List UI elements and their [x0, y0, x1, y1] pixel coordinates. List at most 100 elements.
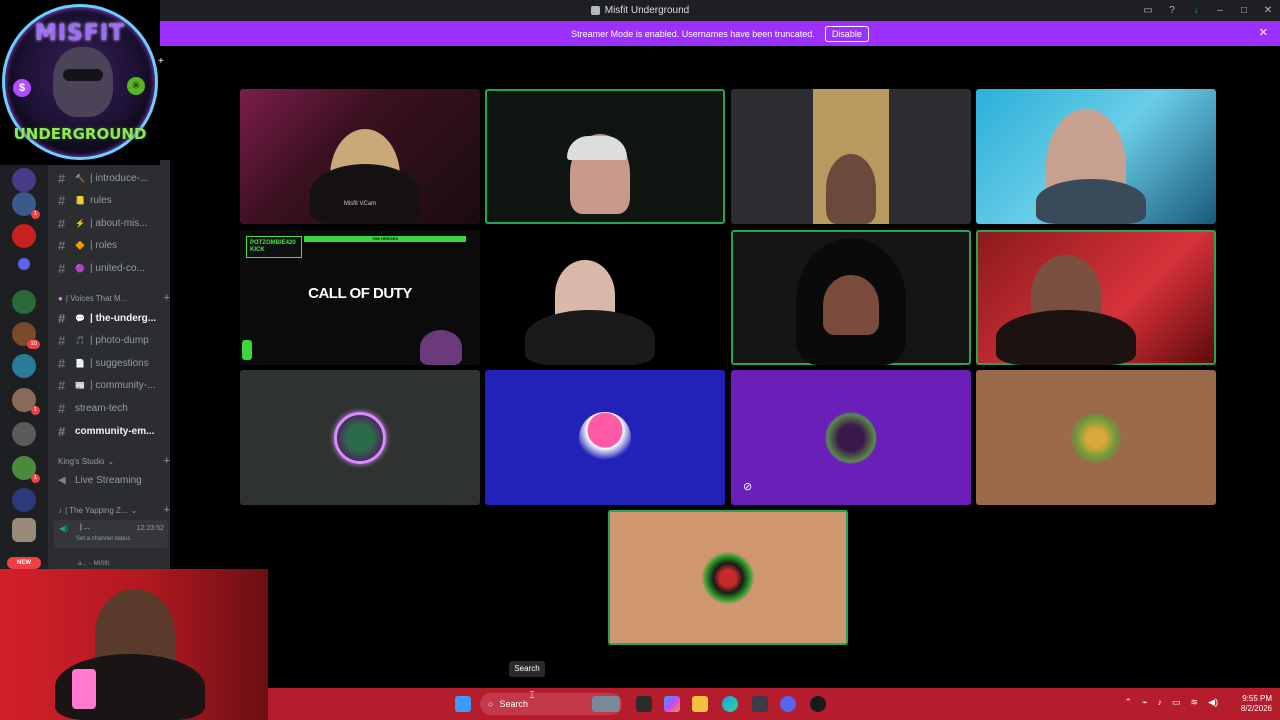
- bottle-shape: [72, 669, 96, 709]
- user-avatar: [334, 411, 386, 464]
- volume-icon[interactable]: ◀): [1208, 697, 1218, 708]
- channel-label: Live Streaming: [75, 474, 142, 486]
- server-icon[interactable]: [12, 290, 36, 314]
- video-tile[interactable]: [731, 89, 971, 224]
- avatar-tile[interactable]: [976, 370, 1216, 505]
- channel-about[interactable]: # ⚡ | about-mis...: [58, 214, 168, 232]
- channel-photo-dump[interactable]: # 🎵 | photo-dump: [58, 331, 168, 349]
- server-icon[interactable]: 1: [12, 388, 40, 415]
- help-icon[interactable]: ?: [1166, 5, 1178, 16]
- close-window-button[interactable]: ✕: [1262, 5, 1274, 16]
- download-icon[interactable]: ↓: [1190, 5, 1202, 16]
- inbox-icon[interactable]: ▭: [1142, 5, 1154, 16]
- chevron-up-icon[interactable]: ⌃: [1125, 697, 1133, 708]
- unread-badge: 1: [30, 406, 40, 415]
- channel-stream-tech[interactable]: # stream-tech: [58, 399, 168, 417]
- category-voices[interactable]: ● | Voices That M... +: [58, 291, 170, 305]
- participant-body: [1036, 179, 1146, 224]
- voice-connected-user[interactable]: ◀) | ... 12:23:52 Set a channel status: [54, 520, 168, 548]
- avatar-tile[interactable]: [485, 370, 725, 505]
- unread-badge: 1: [30, 474, 40, 483]
- taskbar-search-label: Search: [499, 699, 528, 709]
- minimize-button[interactable]: –: [1214, 5, 1226, 16]
- avatar-tile[interactable]: ⊘: [731, 370, 971, 505]
- channel-rules[interactable]: # 📒 rules: [58, 191, 168, 209]
- discord-icon[interactable]: [780, 696, 796, 712]
- video-tile-speaking[interactable]: [485, 89, 725, 224]
- clock-date: 8/2/2026: [1240, 704, 1272, 713]
- category-label: King's Studio: [58, 456, 105, 466]
- channel-emoji: 📰: [75, 380, 85, 390]
- video-tile-speaking[interactable]: [731, 230, 971, 365]
- channel-live-streaming[interactable]: ◀ Live Streaming: [58, 471, 168, 489]
- hash-icon: #: [58, 400, 66, 416]
- category-yapping[interactable]: ♪ | The Yapping Z... ⌄ +: [58, 503, 170, 517]
- clock[interactable]: 9:55 PM 8/2/2026: [1241, 694, 1272, 714]
- network-icon[interactable]: ⌁: [1142, 697, 1147, 708]
- mic-icon[interactable]: ♪: [1158, 697, 1163, 708]
- display-icon[interactable]: ▭: [1172, 697, 1181, 708]
- server-icon[interactable]: [12, 168, 36, 192]
- file-explorer-icon[interactable]: [692, 696, 708, 712]
- channel-emoji: 🎵: [75, 335, 85, 345]
- disable-streamer-mode-button[interactable]: Disable: [824, 25, 869, 42]
- hash-icon: #: [58, 170, 66, 186]
- widgets-icon[interactable]: [592, 696, 620, 712]
- channel-community-em[interactable]: # community-em...: [58, 422, 168, 440]
- stream-overlay-header: POTZOMBIE420 KICK THE HEROES: [242, 232, 466, 258]
- video-tile[interactable]: [976, 89, 1216, 224]
- video-tile[interactable]: Misfit VCam: [240, 89, 480, 224]
- add-channel-icon[interactable]: +: [164, 292, 170, 304]
- server-icon[interactable]: [12, 224, 36, 248]
- add-channel-icon[interactable]: +: [164, 504, 170, 516]
- voice-icon: ◀): [59, 524, 68, 533]
- server-icon[interactable]: 10: [12, 322, 40, 349]
- channel-roles[interactable]: # 🔶 | roles: [58, 236, 168, 254]
- title-bar: AI Misfit Underground ▭ ? ↓ – □ ✕: [0, 0, 1280, 21]
- video-tile[interactable]: [485, 230, 725, 365]
- task-view-icon[interactable]: [636, 696, 652, 712]
- mute-icon: ⊘: [743, 481, 753, 493]
- channel-suggestions[interactable]: # 📄 | suggestions: [58, 354, 168, 372]
- avatar-tile-speaking[interactable]: [608, 510, 848, 645]
- server-icon[interactable]: [12, 422, 36, 446]
- channel-the-underground[interactable]: # 💬 | the-underg...: [58, 309, 168, 327]
- avatar-tile[interactable]: [240, 370, 480, 505]
- participant-video: [823, 275, 879, 335]
- mouse-cursor: ⌶: [529, 690, 535, 701]
- server-icon[interactable]: [12, 354, 36, 378]
- channel-emoji: ⚡: [75, 218, 85, 228]
- channel-status-hint[interactable]: Set a channel status: [76, 536, 130, 542]
- obs-icon[interactable]: [810, 696, 826, 712]
- edge-icon[interactable]: [722, 696, 738, 712]
- folder-icon[interactable]: [18, 258, 30, 270]
- windows-taskbar: ○ Search ⌃ ⌁ ♪ ▭ ≋ ◀) 9:55 PM 8/2/2026: [268, 688, 1280, 720]
- self-camera-overlay: [0, 569, 268, 720]
- dollar-icon: $: [13, 79, 31, 97]
- server-icon[interactable]: [12, 488, 36, 512]
- participant-body: [525, 310, 655, 365]
- start-icon[interactable]: [455, 696, 471, 712]
- server-icon[interactable]: 1: [12, 456, 40, 483]
- channel-label: | roles: [90, 239, 118, 251]
- video-tile-speaking[interactable]: [976, 230, 1216, 365]
- channel-community[interactable]: # 📰 | community-...: [58, 376, 168, 394]
- maximize-button[interactable]: □: [1238, 5, 1250, 16]
- unread-badge: 1: [30, 210, 40, 219]
- logo-text-top: MISFIT: [34, 21, 126, 46]
- channel-united[interactable]: # 🟣 | united-co...: [58, 259, 168, 277]
- channel-introduce[interactable]: # 🔨 | introduce-...: [58, 169, 168, 187]
- add-channel-icon[interactable]: +: [164, 455, 170, 467]
- store-icon[interactable]: [752, 696, 768, 712]
- copilot-icon[interactable]: [664, 696, 680, 712]
- user-avatar: [825, 411, 877, 464]
- channel-label: | photo-dump: [90, 334, 149, 346]
- category-kings-studio[interactable]: King's Studio ⌄ +: [58, 454, 170, 468]
- streamer-tag: POTZOMBIE420 KICK: [246, 236, 302, 258]
- server-icon[interactable]: [12, 518, 36, 542]
- leaf-icon: ✳: [127, 77, 145, 95]
- screen-share-tile[interactable]: POTZOMBIE420 KICK THE HEROES CALL OF DUT…: [240, 230, 480, 365]
- close-banner-icon[interactable]: ✕: [1259, 26, 1268, 39]
- server-icon[interactable]: 1: [12, 192, 40, 219]
- wifi-icon[interactable]: ≋: [1191, 697, 1199, 708]
